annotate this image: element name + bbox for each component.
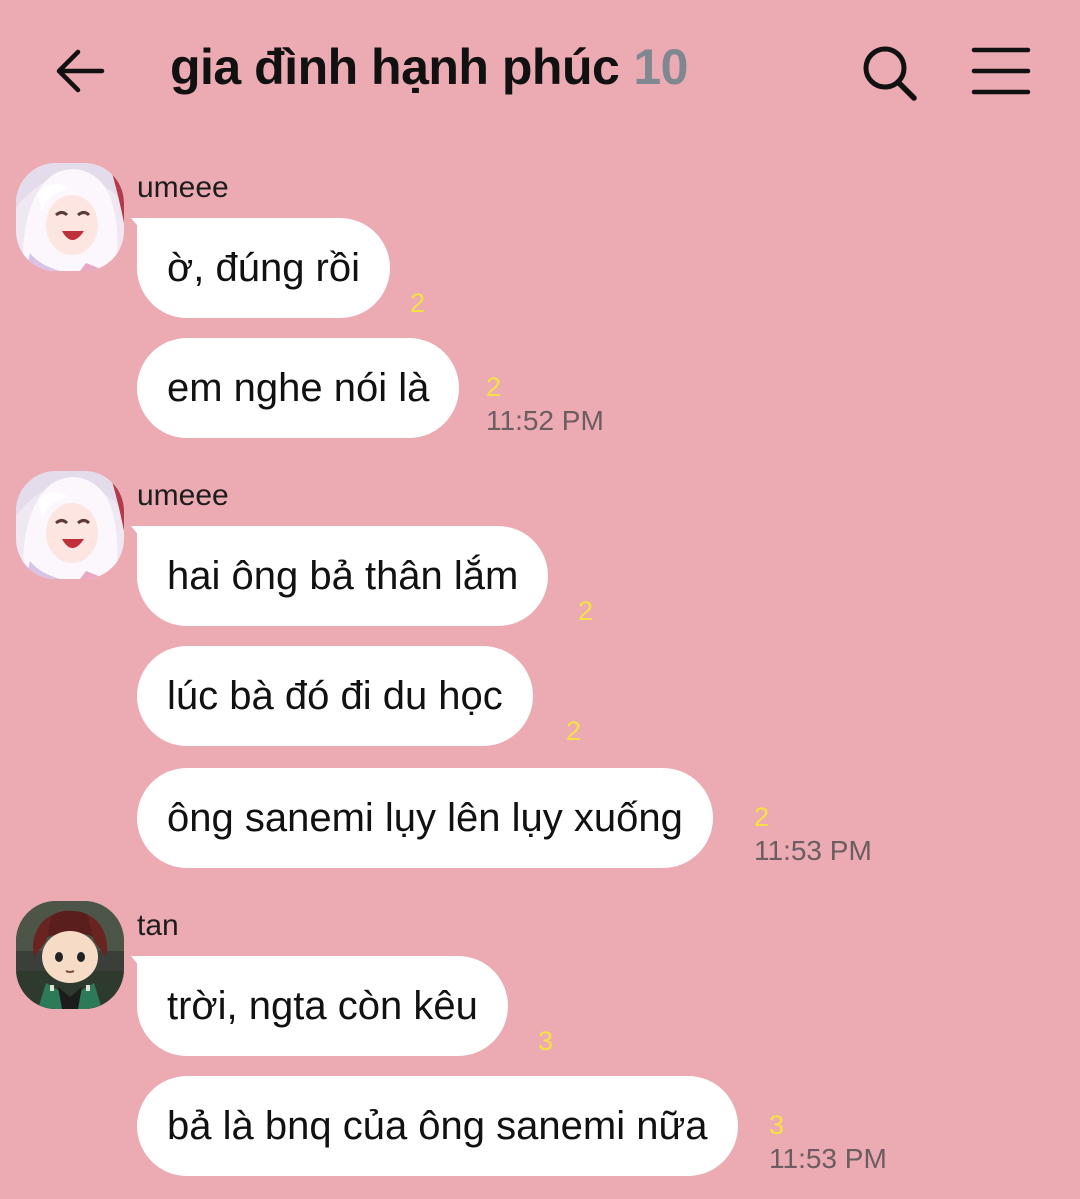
member-count: 10 [633, 39, 688, 95]
menu-button[interactable] [968, 44, 1034, 100]
chat-title: gia đình hạnh phúc 10 [170, 38, 688, 96]
message-bubble[interactable]: lúc bà đó đi du học [137, 646, 533, 746]
unread-count: 3 [538, 1026, 554, 1056]
message-meta: 2 [566, 716, 581, 746]
avatar-image [16, 471, 124, 579]
avatar-image [16, 163, 124, 271]
message-text: trời, ngta còn kêu [167, 983, 478, 1028]
message-text: hai ông bả thân lắm [167, 553, 519, 598]
message-text: lúc bà đó đi du học [167, 673, 503, 718]
message-meta: 2 11:52 PM [486, 372, 604, 436]
message-meta: 2 [410, 288, 425, 318]
message-bubble[interactable]: ờ, đúng rồi [137, 218, 391, 318]
avatar[interactable] [16, 901, 124, 1009]
unread-count: 2 [566, 716, 582, 746]
message-meta: 2 [578, 596, 593, 626]
sender-name: umeee [137, 171, 229, 204]
avatar[interactable] [16, 471, 124, 579]
unread-count: 3 [769, 1110, 785, 1140]
avatar-image [16, 901, 124, 1009]
message-meta: 3 11:53 PM [769, 1110, 887, 1174]
message-text: ờ, đúng rồi [167, 245, 361, 290]
message-time: 11:53 PM [769, 1143, 887, 1174]
chat-name: gia đình hạnh phúc [170, 39, 620, 95]
sender-name: tan [137, 909, 179, 942]
search-button[interactable] [858, 42, 922, 106]
chat-header: gia đình hạnh phúc 10 [0, 0, 1080, 145]
message-bubble[interactable]: trời, ngta còn kêu [137, 956, 508, 1056]
message-bubble[interactable]: ông sanemi lụy lên lụy xuống [137, 768, 713, 868]
sender-name: umeee [137, 479, 229, 512]
message-bubble[interactable]: bả là bnq của ông sanemi nữa [137, 1076, 738, 1176]
message-text: ông sanemi lụy lên lụy xuống [167, 795, 683, 840]
message-text: bả là bnq của ông sanemi nữa [167, 1103, 708, 1148]
back-button[interactable] [50, 40, 114, 104]
unread-count: 2 [486, 372, 502, 402]
unread-count: 2 [578, 596, 594, 626]
unread-count: 2 [410, 288, 426, 318]
back-arrow-icon [56, 49, 105, 93]
message-meta: 2 11:53 PM [754, 802, 872, 866]
avatar[interactable] [16, 163, 124, 271]
unread-count: 2 [754, 802, 770, 832]
message-bubble[interactable]: em nghe nói là [137, 338, 460, 438]
search-icon [863, 46, 917, 101]
message-time: 11:53 PM [754, 835, 872, 866]
message-text: em nghe nói là [167, 365, 430, 410]
message-meta: 3 [538, 1026, 553, 1056]
hamburger-menu-icon [971, 47, 1031, 95]
message-bubble[interactable]: hai ông bả thân lắm [137, 526, 549, 626]
message-time: 11:52 PM [486, 405, 604, 436]
